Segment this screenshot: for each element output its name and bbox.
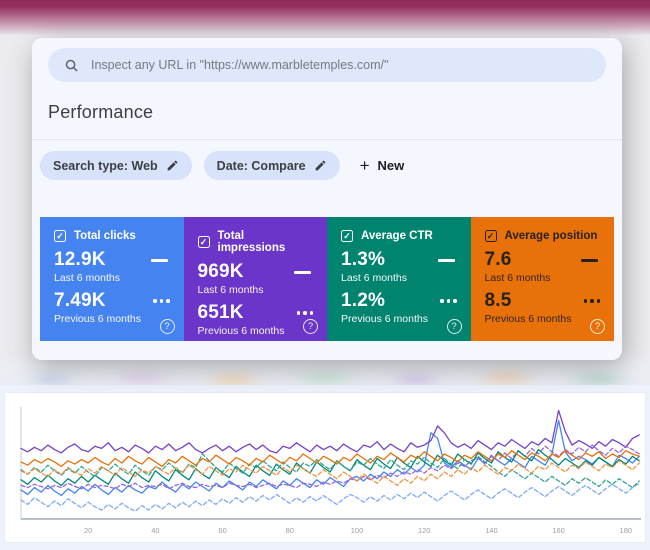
metric-previous-value: 8.5	[485, 290, 512, 312]
new-filter-button[interactable]: + New	[360, 156, 405, 176]
svg-text:120: 120	[418, 526, 431, 535]
filter-chip-search-type[interactable]: Search type: Web	[40, 151, 192, 180]
url-inspect-input[interactable]	[91, 58, 590, 72]
performance-chart-section: 20 40 60 80 100 120 140 160 180	[0, 385, 650, 550]
metric-current-value: 969K	[198, 261, 244, 283]
edit-icon[interactable]	[166, 159, 179, 172]
metric-current-value: 12.9K	[54, 249, 106, 271]
metric-previous-value: 7.49K	[54, 290, 106, 312]
metric-card-average-ctr[interactable]: ✓ Average CTR 1.3% Last 6 months 1.2% Pr…	[327, 217, 471, 341]
metric-card-total-clicks[interactable]: ✓ Total clicks 12.9K Last 6 months 7.49K…	[40, 217, 184, 341]
svg-text:100: 100	[351, 526, 364, 535]
solid-series-icon	[438, 259, 455, 262]
metric-previous-period: Previous 6 months	[485, 313, 603, 325]
dotted-series-icon	[297, 311, 314, 315]
metric-previous-value: 651K	[198, 302, 244, 324]
filter-chip-date[interactable]: Date: Compare	[204, 151, 340, 180]
dotted-series-icon	[584, 299, 601, 303]
metric-card-title: Total clicks	[74, 230, 136, 242]
checked-checkbox-icon[interactable]: ✓	[341, 230, 353, 242]
metric-current-period: Last 6 months	[54, 272, 172, 284]
metric-current-period: Last 6 months	[485, 272, 603, 284]
performance-chart[interactable]: 20 40 60 80 100 120 140 160 180	[4, 392, 646, 543]
url-inspect-bar[interactable]	[48, 48, 606, 82]
checked-checkbox-icon[interactable]: ✓	[198, 236, 210, 248]
help-icon[interactable]: ?	[303, 319, 318, 334]
metric-current-period: Last 6 months	[198, 284, 316, 296]
new-filter-label: New	[378, 158, 405, 173]
metric-card-average-position[interactable]: ✓ Average position 7.6 Last 6 months 8.5…	[471, 217, 615, 341]
performance-line-chart[interactable]: 20 40 60 80 100 120 140 160 180	[5, 393, 647, 544]
svg-text:60: 60	[218, 526, 226, 535]
dotted-series-icon	[440, 299, 457, 303]
help-icon[interactable]: ?	[447, 319, 462, 334]
metric-previous-period: Previous 6 months	[341, 313, 459, 325]
filter-chip-label: Date: Compare	[217, 159, 306, 173]
metric-card-total-impressions[interactable]: ✓ Total impressions 969K Last 6 months 6…	[184, 217, 328, 341]
metric-current-period: Last 6 months	[341, 272, 459, 284]
search-icon	[64, 58, 79, 73]
metric-previous-period: Previous 6 months	[54, 313, 172, 325]
page-title: Performance	[48, 102, 606, 123]
metric-current-value: 1.3%	[341, 249, 385, 271]
dotted-series-icon	[153, 299, 170, 303]
plus-icon: +	[360, 156, 370, 176]
checked-checkbox-icon[interactable]: ✓	[485, 230, 497, 242]
svg-text:140: 140	[485, 526, 498, 535]
metric-card-title: Average CTR	[361, 230, 433, 242]
metric-previous-value: 1.2%	[341, 290, 385, 312]
solid-series-icon	[294, 271, 311, 274]
svg-text:160: 160	[552, 526, 565, 535]
solid-series-icon	[151, 259, 168, 262]
svg-text:20: 20	[84, 526, 92, 535]
svg-text:180: 180	[620, 526, 633, 535]
edit-icon[interactable]	[314, 159, 327, 172]
metric-cards-row: ✓ Total clicks 12.9K Last 6 months 7.49K…	[40, 217, 614, 341]
solid-series-icon	[581, 259, 598, 262]
metric-previous-period: Previous 6 months	[198, 325, 316, 337]
search-console-panel: Performance Search type: Web Date: Compa…	[32, 38, 622, 360]
metric-card-title: Total impressions	[218, 230, 316, 254]
filter-chip-label: Search type: Web	[53, 159, 158, 173]
help-icon[interactable]: ?	[590, 319, 605, 334]
svg-text:40: 40	[151, 526, 159, 535]
svg-text:80: 80	[286, 526, 294, 535]
metric-current-value: 7.6	[485, 249, 512, 271]
checked-checkbox-icon[interactable]: ✓	[54, 230, 66, 242]
metric-card-title: Average position	[505, 230, 598, 242]
header-divider	[32, 139, 622, 140]
top-gradient-bar	[0, 0, 650, 36]
help-icon[interactable]: ?	[160, 319, 175, 334]
